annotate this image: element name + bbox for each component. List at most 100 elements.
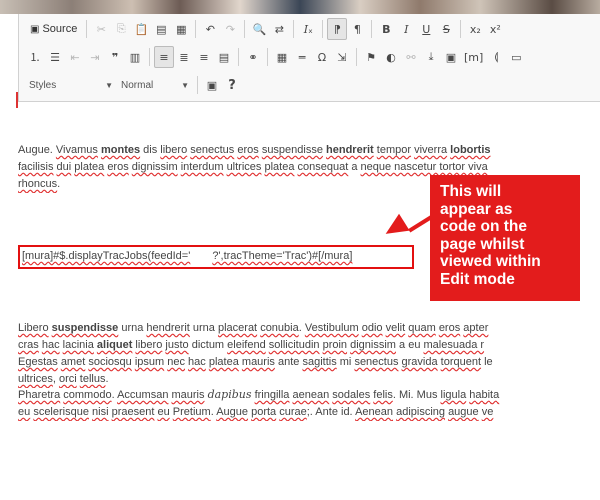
text-run: platea — [74, 161, 105, 173]
blockquote-icon[interactable]: ❞ — [105, 46, 125, 68]
text-run: conubia — [260, 322, 299, 334]
text-run: proin — [322, 339, 348, 351]
text-run: mi — [336, 356, 355, 368]
text-run: facilisis — [18, 161, 54, 173]
anchor-flag-icon[interactable]: ⚑ — [361, 46, 381, 68]
text-run: amet — [60, 356, 86, 368]
underline-button[interactable]: U — [416, 18, 436, 40]
toolbar-separator — [197, 76, 198, 94]
text-run: lobortis — [450, 144, 491, 156]
table-icon[interactable]: ▦ — [272, 46, 292, 68]
align-center-icon[interactable]: ≣ — [174, 46, 194, 68]
help-button[interactable]: ? — [222, 74, 242, 96]
styles-dropdown[interactable]: Styles ▼ — [25, 75, 117, 95]
bold-button[interactable]: B — [376, 18, 396, 40]
paste-word-icon[interactable]: ▦ — [171, 18, 191, 40]
maximize-icon[interactable]: ▣ — [202, 74, 222, 96]
subscript-button[interactable]: x₂ — [465, 18, 485, 40]
mura-code-text-start: [mura]#$.displayTracJobs(feedId=' — [22, 250, 191, 262]
horizontal-rule-icon[interactable]: ═ — [292, 46, 312, 68]
text-run: sociosqu — [88, 356, 132, 368]
replace-icon[interactable]: ⇄ — [269, 18, 289, 40]
page-break-icon[interactable]: ⇲ — [332, 46, 352, 68]
text-run: eros — [107, 161, 129, 173]
align-right-icon[interactable]: ≡ — [194, 46, 214, 68]
text-run: Vestibulum — [304, 322, 359, 334]
text-run: a eu — [395, 339, 424, 351]
header-photo-strip — [0, 0, 600, 14]
media-icon[interactable]: ▭ — [506, 46, 526, 68]
text-run: . — [57, 178, 61, 190]
source-button[interactable]: ▣ Source — [25, 18, 82, 40]
edit-marker — [16, 92, 18, 108]
text-run: ultrices — [18, 373, 53, 385]
text-run: Aenean — [355, 406, 394, 418]
text-run: ligula — [440, 389, 467, 401]
paste-icon[interactable]: 📋 — [131, 18, 151, 40]
template-icon[interactable]: ▣ — [441, 46, 461, 68]
text-run: eu — [18, 406, 31, 418]
toolbar-separator — [238, 48, 239, 66]
callout-line-1: This will — [440, 183, 502, 200]
link-icon[interactable]: ⚭ — [243, 46, 263, 68]
mura-code-block: [mura]#$.displayTracJobs(feedId=' ?',trac… — [18, 245, 414, 269]
find-icon[interactable]: 🔍 — [249, 18, 269, 40]
text-run: sollicitudin — [268, 339, 320, 351]
div-container-icon[interactable]: ▥ — [125, 46, 145, 68]
unlink-icon[interactable]: ⚯ — [401, 46, 421, 68]
image-icon[interactable]: ◐ — [381, 46, 401, 68]
text-run: eros — [237, 144, 259, 156]
align-left-icon[interactable]: ≡ — [154, 46, 174, 68]
callout-line-6: Edit mode — [440, 270, 515, 288]
numbered-list-icon[interactable]: ⒈ — [25, 46, 45, 68]
bulleted-list-icon[interactable]: ☰ — [45, 46, 65, 68]
superscript-button[interactable]: x² — [485, 18, 505, 40]
text-run: dignissim — [350, 339, 396, 351]
cut-icon[interactable]: ✂ — [91, 18, 111, 40]
text-run: consequat — [297, 161, 349, 173]
special-char-icon[interactable]: Ω — [312, 46, 332, 68]
text-run: scelerisque — [33, 406, 89, 418]
ltr-icon[interactable]: ⁋ — [327, 18, 348, 40]
mura-code-text-end: ?',tracTheme='Trac')#[/mura] — [212, 250, 353, 262]
text-run: eleifend — [227, 339, 266, 351]
copy-icon[interactable]: ⎘ — [111, 18, 131, 40]
text-run: hendrerit — [146, 322, 190, 334]
text-run: commodo — [63, 389, 112, 401]
italic-button[interactable]: I — [396, 18, 416, 40]
text-run: tellus — [79, 373, 106, 385]
rtl-icon[interactable]: ¶ — [347, 18, 367, 40]
upload-icon[interactable]: ⤓ — [421, 46, 441, 68]
text-run: interdum — [180, 161, 224, 173]
format-dropdown[interactable]: Normal ▼ — [117, 75, 193, 95]
text-run: hendrerit — [326, 144, 374, 156]
indent-icon[interactable]: ⇥ — [85, 46, 105, 68]
text-run: neque nascetur tortor viva — [360, 161, 488, 173]
text-run: augue — [448, 406, 479, 418]
undo-icon[interactable]: ↶ — [200, 18, 220, 40]
strikethrough-button[interactable]: S — [436, 18, 456, 40]
text-run: ve — [481, 406, 494, 418]
text-run: apter — [463, 322, 489, 334]
paste-text-icon[interactable]: ▤ — [151, 18, 171, 40]
spellcheck-icon[interactable]: ⟬ — [486, 46, 506, 68]
mura-component-icon[interactable]: [m] — [461, 46, 486, 68]
toolbar-separator — [356, 48, 357, 66]
styles-dropdown-value: Styles — [29, 79, 57, 91]
toolbar-separator — [460, 20, 462, 38]
text-run: curae — [279, 406, 307, 418]
text-run: Augue. — [18, 144, 56, 156]
remove-format-icon[interactable]: Iₓ — [298, 18, 318, 40]
text-run: ultrices — [226, 161, 262, 173]
toolbar-separator — [371, 20, 373, 38]
callout-line-2: appear as — [440, 200, 513, 218]
text-run: sagittis — [302, 356, 337, 368]
text-run: libero — [160, 144, 188, 156]
text-run: malesuada r — [423, 339, 485, 351]
redo-icon[interactable]: ↷ — [220, 18, 240, 40]
text-run: adipiscing — [396, 406, 445, 418]
text-run: Libero — [18, 322, 49, 334]
outdent-icon[interactable]: ⇤ — [65, 46, 85, 68]
align-justify-icon[interactable]: ▤ — [214, 46, 234, 68]
paragraph-3: Pharetra commodo. Accumsan mauris dapibu… — [18, 386, 600, 421]
